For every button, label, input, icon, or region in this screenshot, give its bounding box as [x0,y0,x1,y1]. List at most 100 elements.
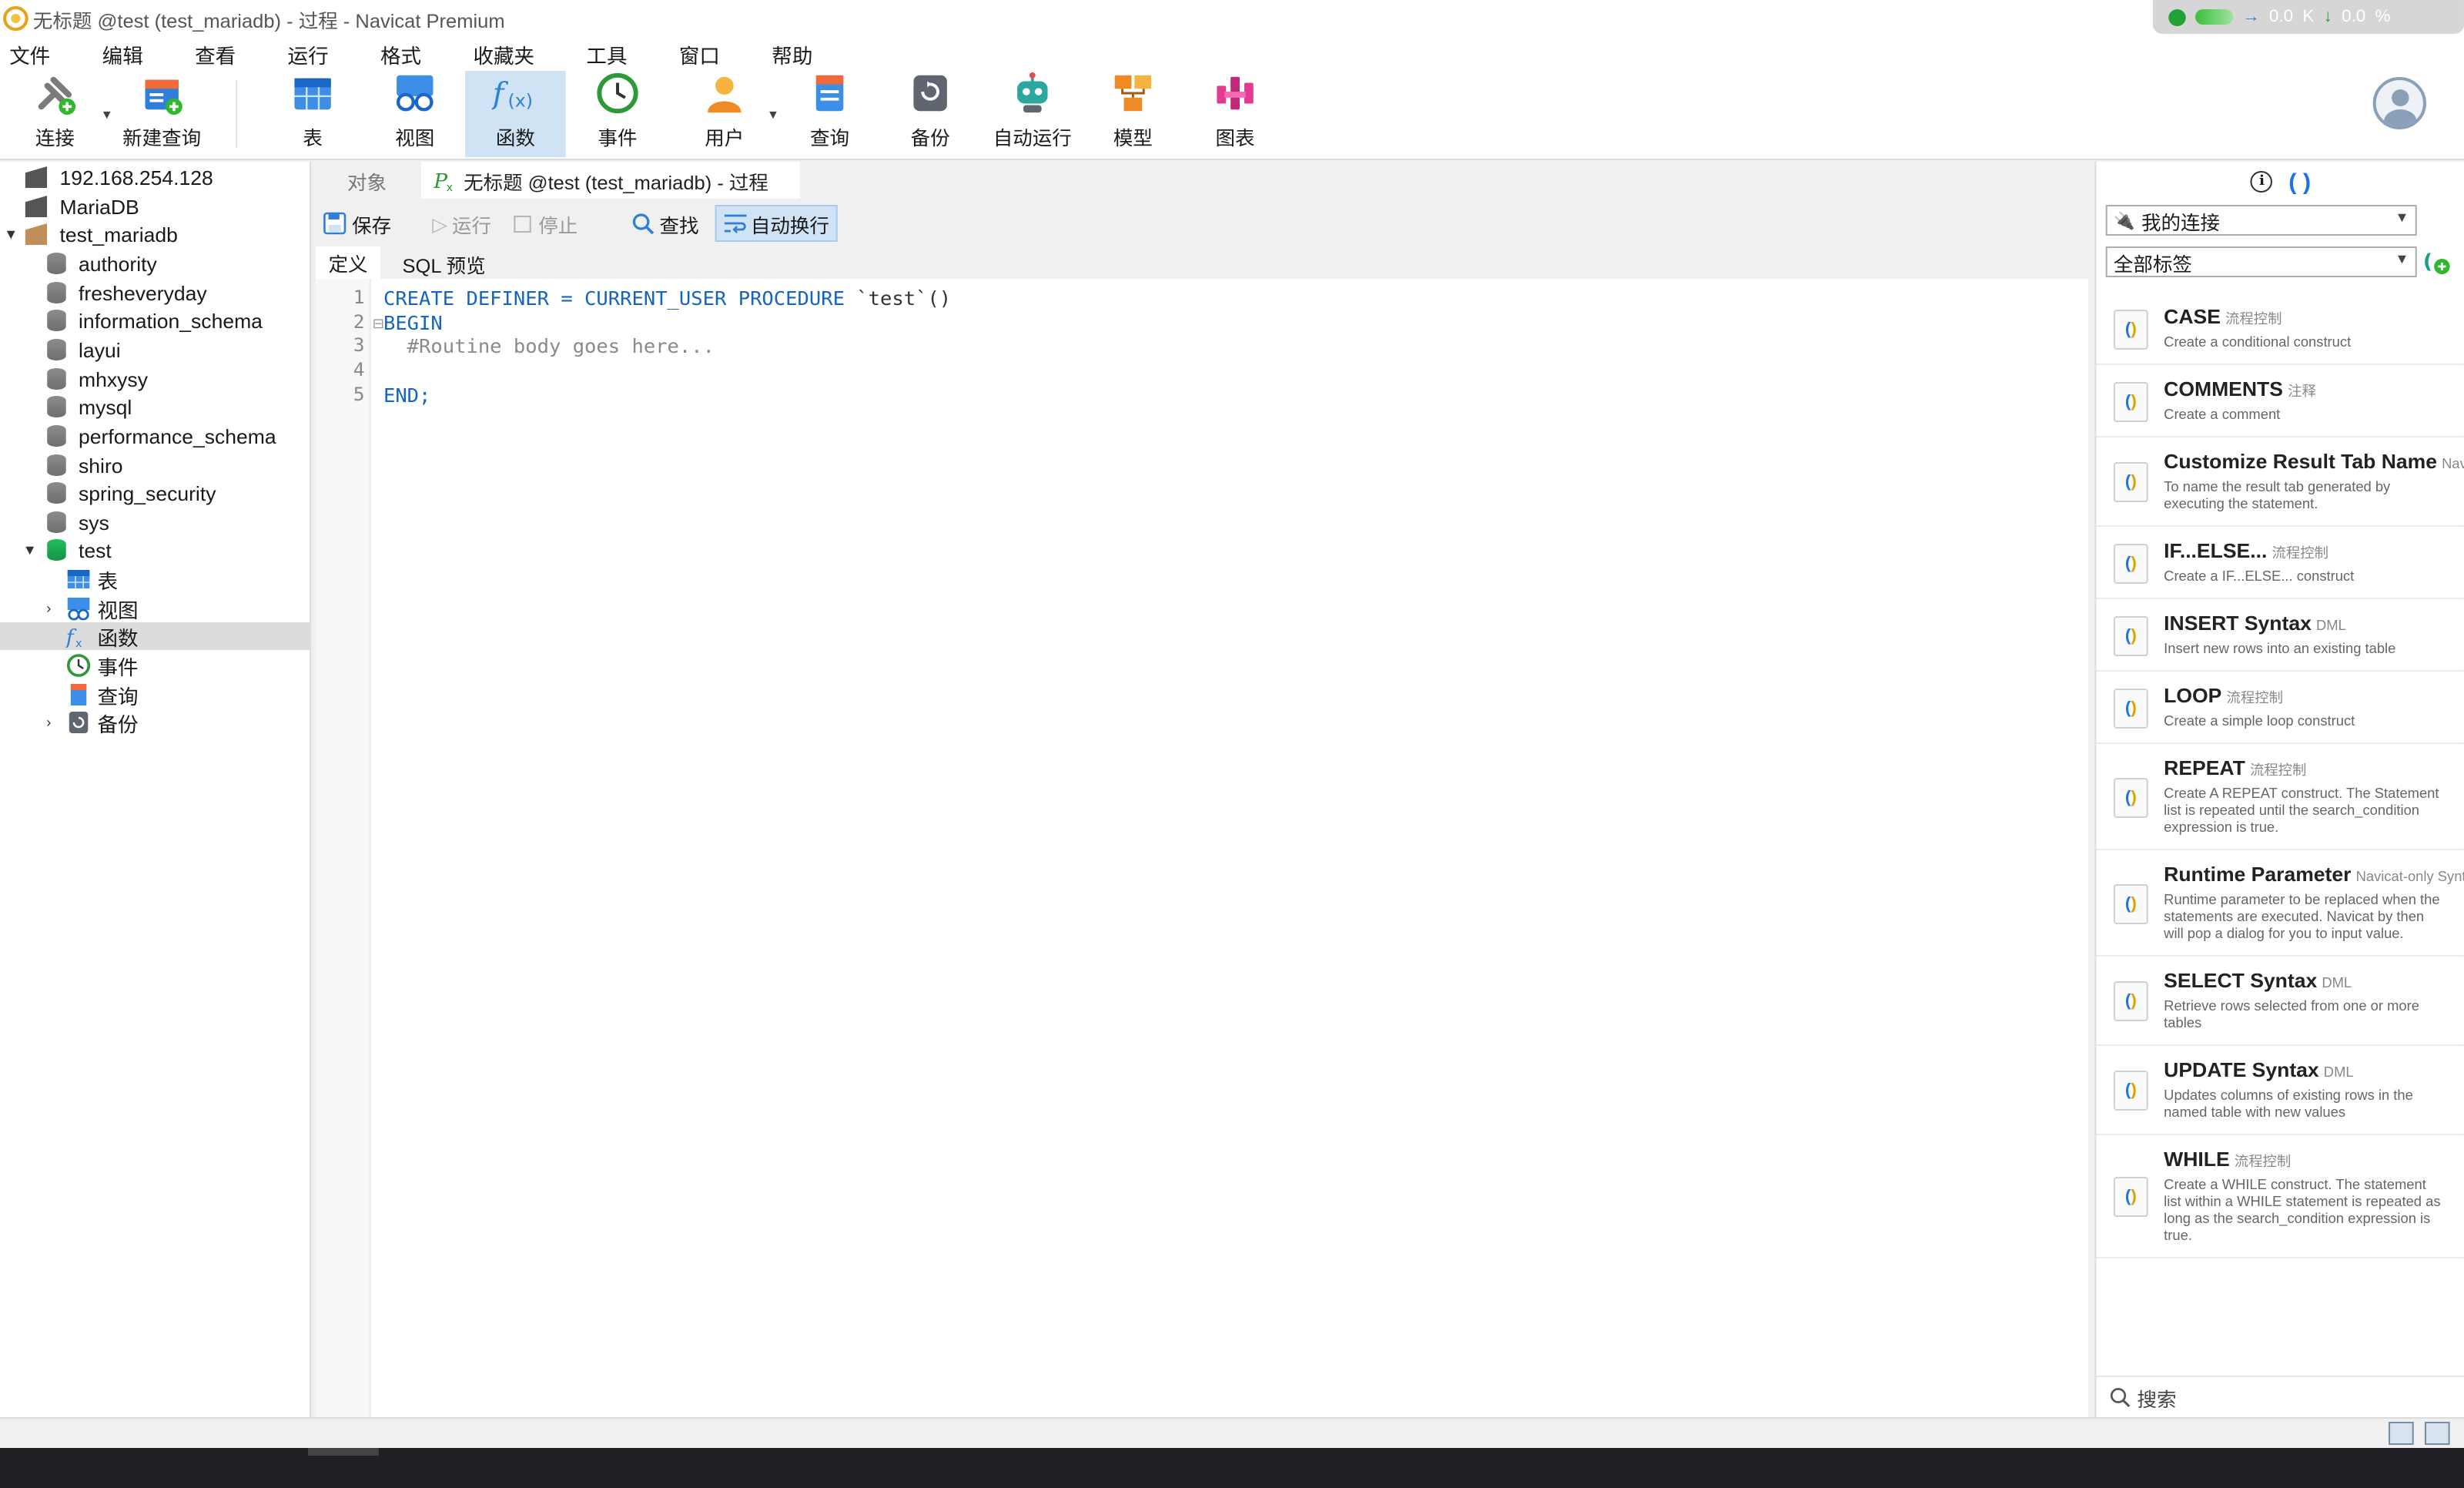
menu-view[interactable]: 查看 [186,39,253,69]
code-snippet-icon[interactable]: ( ) [2288,169,2311,195]
chevron-down-icon[interactable]: ▼ [3,226,18,242]
add-snippet-icon[interactable]: ( [2423,248,2452,276]
connect-button[interactable]: 连接 [18,71,91,157]
snippet-search[interactable]: 搜索 [2096,1376,2464,1417]
new-query-button[interactable]: 新建查询 [119,71,204,157]
tree-item-views[interactable]: › 视图 [41,595,139,622]
menu-file[interactable]: 文件 [0,39,68,69]
tree-item-events[interactable]: 事件 [66,652,139,679]
tree-item-tables[interactable]: 表 [66,565,118,593]
tree-label: layui [79,338,121,361]
tree-db-fresheveryday[interactable]: fresheveryday [47,279,207,307]
view-button[interactable]: 视图 [380,71,450,157]
tree-db-spring-security[interactable]: spring_security [47,479,216,507]
tree-item-functions[interactable]: fx 函数 [0,622,312,650]
model-button[interactable]: 模型 [1100,71,1167,157]
database-open-icon [47,539,66,561]
user-icon [708,76,742,113]
tree-connection-test-mariadb[interactable]: ▼ test_mariadb [3,220,178,248]
tree-db-information-schema[interactable]: information_schema [47,307,263,334]
tree-item-backups[interactable]: › 备份 [41,709,139,736]
chart-button[interactable]: 图表 [1200,71,1270,157]
tab-sql-preview[interactable]: SQL 预览 [390,246,498,280]
tab-objects[interactable]: 对象 [316,162,421,199]
snippet-item[interactable]: () LOOP 流程控制 Create a simple loop construct [2096,672,2464,744]
automation-button[interactable]: 自动运行 [990,71,1075,157]
menu-edit[interactable]: 编辑 [92,39,160,69]
snippet-category: 流程控制 [2226,690,2283,705]
find-button[interactable]: 查找 [625,205,705,242]
clock-icon [597,72,638,114]
save-button[interactable]: 保存 [316,205,397,242]
snippet-item[interactable]: () Customize Result Tab Name Navicat-only … [2096,437,2464,527]
layout-left-panel-icon[interactable] [2389,1422,2414,1445]
tree-db-performance-schema[interactable]: performance_schema [47,422,276,450]
menu-format[interactable]: 格式 [371,39,439,69]
query-label: 查询 [810,128,850,149]
word-wrap-button[interactable]: 自动换行 [714,205,838,242]
code-line-1: CREATE DEFINER = CURRENT_USER PROCEDURE … [383,287,951,310]
account-avatar-icon[interactable] [2372,77,2426,129]
snippet-name-text: CASE [2164,305,2221,328]
snippet-item[interactable]: () COMMENTS 注释 Create a comment [2096,365,2464,437]
code-editor[interactable]: 1 2 3 4 5 ⊟ CREATE DEFINER = CURRENT_USE… [316,279,2089,1417]
menu-help[interactable]: 帮助 [762,39,830,69]
procedure-px-icon: Px [434,170,453,193]
svg-text:x: x [447,182,453,193]
snippet-item[interactable]: () SELECT Syntax DML Retrieve rows selected… [2096,957,2464,1046]
tree-label: shiro [79,454,123,477]
info-icon[interactable]: i [2251,171,2273,193]
snippet-item[interactable]: () REPEAT 流程控制 Create A REPEAT construct. T… [2096,744,2464,850]
backup-button[interactable]: 备份 [896,71,965,157]
menu-favorites[interactable]: 收藏夹 [464,39,551,69]
fold-marker-icon[interactable]: ⊟ [373,316,384,331]
snippet-name: Runtime ParameterNavicat-only Syntax [2164,863,2464,886]
user-dropdown-icon[interactable]: ▼ [767,108,779,122]
code-content: CREATE DEFINER = CURRENT_USER PROCEDURE … [383,287,951,407]
robot-icon [1017,72,1048,113]
connection-select-value: 我的连接 [2141,212,2221,233]
snippet-item[interactable]: () IF...ELSE... 流程控制 Create a IF...ELSE... … [2096,527,2464,599]
tree-db-layui[interactable]: layui [47,336,121,364]
tree-label: spring_security [79,481,216,504]
run-button[interactable]: ▷ 运行 [426,205,497,242]
tree-db-sys[interactable]: sys [47,508,109,536]
snippet-item[interactable]: () WHILE 流程控制 Create a WHILE construct. The… [2096,1135,2464,1258]
layout-right-panel-icon[interactable] [2424,1422,2450,1445]
connect-dropdown-icon[interactable]: ▼ [101,108,113,122]
menu-run[interactable]: 运行 [278,39,346,69]
tree-connection-192-168-254-128[interactable]: 192.168.254.128 [25,163,213,191]
network-monitor-widget[interactable]: → 0.0 K ↓ 0.0 % [2152,0,2464,34]
tree-item-queries[interactable]: 查询 [66,681,139,709]
menu-window[interactable]: 窗口 [670,39,738,69]
connection-select[interactable]: 🔌 我的连接 ▼ [2105,205,2417,236]
snippet-item[interactable]: () INSERT Syntax DML Insert new rows into a… [2096,599,2464,672]
table-button[interactable]: 表 [280,71,346,157]
chevron-right-icon[interactable]: › [41,715,56,730]
user-button[interactable]: 用户 [691,71,758,157]
view-glasses-icon [67,598,90,621]
menu-tools[interactable]: 工具 [577,39,644,69]
word-wrap-label: 自动换行 [750,215,829,236]
tree-db-test[interactable]: ▼ test [22,536,112,564]
snippet-item[interactable]: () UPDATE Syntax DML Updates columns of exi… [2096,1046,2464,1135]
tree-db-mysql[interactable]: mysql [47,393,132,421]
database-icon [47,425,66,447]
tab-definition[interactable]: 定义 [316,246,380,280]
tree-connection-mariadb[interactable]: MariaDB [25,193,139,220]
tree-db-mhxysy[interactable]: mhxysy [47,365,148,393]
user-label: 用户 [705,128,745,149]
chevron-down-icon[interactable]: ▼ [22,542,38,558]
tab-procedure[interactable]: Px 无标题 @test (test_mariadb) - 过程 [420,162,800,199]
tag-select[interactable]: 全部标签 ▼ [2105,246,2417,277]
function-button[interactable]: f (x) 函数 [465,71,566,157]
stop-button[interactable]: 停止 [507,205,584,242]
snippet-item[interactable]: ()Runtime ParameterNavicat-only SyntaxRu… [2096,850,2464,957]
tree-db-authority[interactable]: authority [47,250,157,277]
query-button[interactable]: 查询 [795,71,865,157]
status-bar [0,1417,2464,1448]
chevron-right-icon[interactable]: › [41,601,56,616]
tree-db-shiro[interactable]: shiro [47,451,123,479]
event-button[interactable]: 事件 [584,71,651,157]
snippet-item[interactable]: () CASE 流程控制 Create a conditional construct [2096,293,2464,365]
